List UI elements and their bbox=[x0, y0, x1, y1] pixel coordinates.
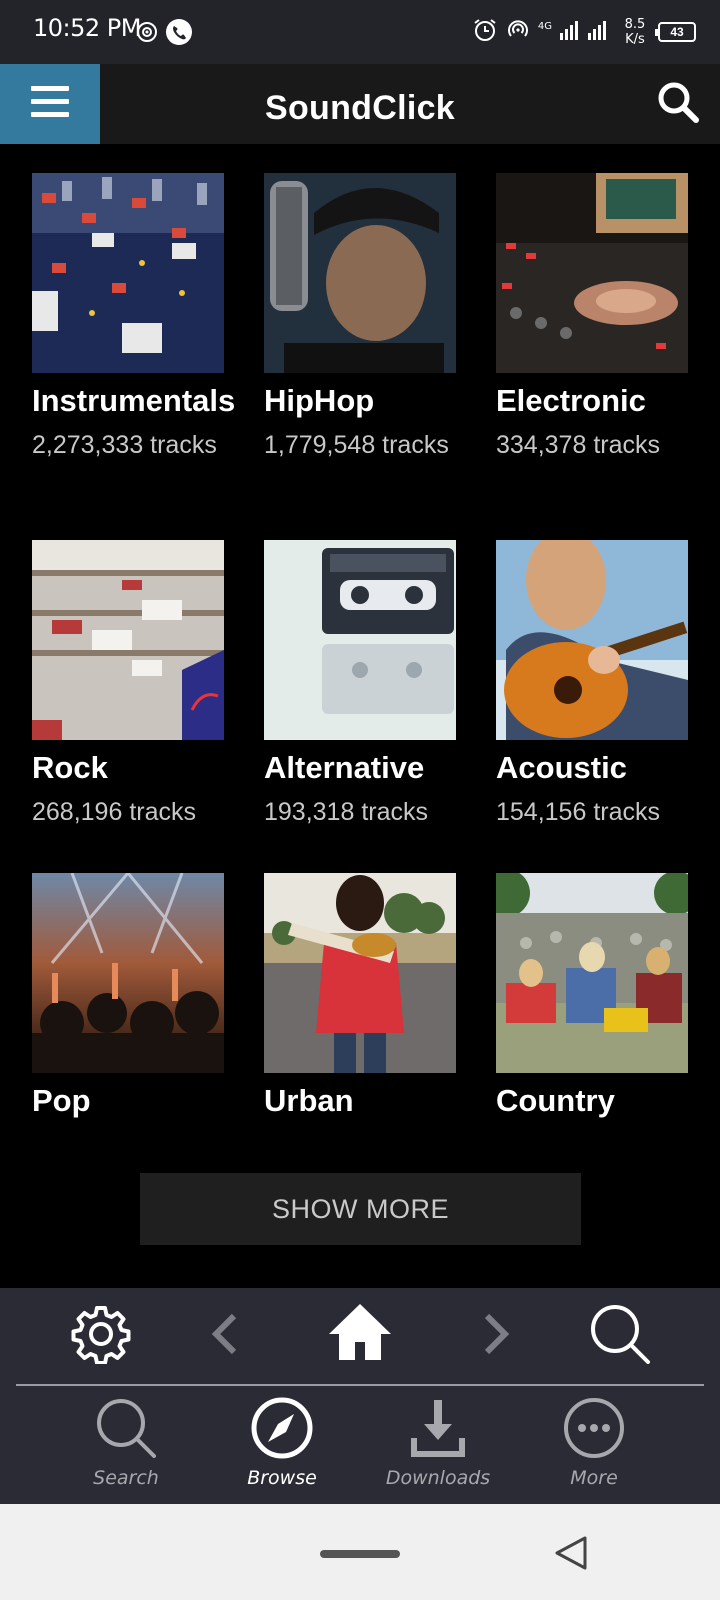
genre-name: Electronic bbox=[496, 383, 646, 418]
genre-name: Acoustic bbox=[496, 750, 627, 785]
genre-name: Rock bbox=[32, 750, 108, 785]
network-speed: 8.5 K/s bbox=[624, 17, 646, 47]
back-button[interactable] bbox=[185, 1296, 265, 1376]
genre-track-count: 154,156 tracks bbox=[496, 798, 660, 826]
network-type: 4G bbox=[537, 20, 552, 32]
bottom-toolbar: Search Browse Downloads More bbox=[0, 1288, 720, 1504]
home-button[interactable] bbox=[320, 1294, 400, 1374]
settings-button[interactable] bbox=[61, 1296, 141, 1376]
compass-icon bbox=[250, 1396, 314, 1465]
genre-card-hiphop[interactable]: HipHop 1,779,548 tracks bbox=[264, 173, 494, 462]
back-triangle-icon bbox=[553, 1536, 589, 1576]
battery-indicator: 43 bbox=[655, 22, 696, 42]
genre-name: Urban bbox=[264, 1083, 354, 1118]
nav-label: Search bbox=[93, 1467, 159, 1489]
nav-more[interactable]: More bbox=[524, 1396, 664, 1496]
genre-image-acoustic bbox=[496, 540, 688, 740]
genre-image-hiphop bbox=[264, 173, 456, 373]
genre-image-urban bbox=[264, 873, 456, 1073]
gear-icon bbox=[71, 1304, 131, 1369]
genre-name: Instrumentals bbox=[32, 383, 236, 418]
genre-image-rock bbox=[32, 540, 224, 740]
system-back-button[interactable] bbox=[553, 1534, 589, 1577]
download-icon bbox=[406, 1396, 470, 1465]
genre-name: Country bbox=[496, 1083, 615, 1118]
nav-search[interactable]: Search bbox=[56, 1396, 196, 1496]
genre-image-alternative bbox=[264, 540, 456, 740]
genre-card-country[interactable]: Country bbox=[496, 873, 720, 1119]
more-icon bbox=[562, 1396, 626, 1465]
search-button[interactable] bbox=[650, 76, 706, 132]
show-more-button[interactable]: SHOW MORE bbox=[140, 1173, 581, 1245]
system-navigation-bar bbox=[0, 1504, 720, 1600]
hotspot-icon bbox=[135, 20, 159, 49]
status-bar: 10:52 PM 4G 8.5 K/s 43 bbox=[0, 0, 720, 64]
alarm-icon bbox=[472, 17, 498, 48]
genre-card-rock[interactable]: Rock 268,196 tracks bbox=[32, 540, 262, 829]
genre-card-alternative[interactable]: Alternative 193,318 tracks bbox=[264, 540, 494, 829]
toolbar-divider bbox=[16, 1384, 704, 1386]
signal-icon bbox=[560, 19, 612, 46]
wifi-hotspot-icon bbox=[506, 18, 530, 47]
genre-card-electronic[interactable]: Electronic 334,378 tracks bbox=[496, 173, 720, 462]
genre-card-acoustic[interactable]: Acoustic 154,156 tracks bbox=[496, 540, 720, 829]
search-icon bbox=[588, 1302, 652, 1371]
nav-browse[interactable]: Browse bbox=[212, 1396, 352, 1496]
app-title: SoundClick bbox=[264, 89, 456, 127]
genre-track-count: 193,318 tracks bbox=[264, 798, 428, 826]
genre-track-count: 334,378 tracks bbox=[496, 431, 660, 459]
chevron-left-icon bbox=[210, 1312, 240, 1361]
genre-track-count: 2,273,333 tracks bbox=[32, 431, 217, 459]
status-time: 10:52 PM bbox=[33, 14, 141, 42]
genre-image-electronic bbox=[496, 173, 688, 373]
genre-name: HipHop bbox=[264, 383, 375, 418]
toolbar-search-button[interactable] bbox=[580, 1296, 660, 1376]
genre-card-urban[interactable]: Urban bbox=[264, 873, 494, 1119]
forward-button[interactable] bbox=[456, 1296, 536, 1376]
genre-card-instrumentals[interactable]: Instrumentals 2,273,333 tracks bbox=[32, 173, 262, 462]
hamburger-icon bbox=[31, 85, 69, 123]
genre-track-count: 1,779,548 tracks bbox=[264, 431, 449, 459]
search-icon bbox=[94, 1396, 158, 1465]
genre-image-country bbox=[496, 873, 688, 1073]
genre-name: Alternative bbox=[264, 750, 425, 785]
home-gesture-pill[interactable] bbox=[320, 1550, 400, 1558]
app-bar: SoundClick bbox=[0, 64, 720, 144]
menu-button[interactable] bbox=[0, 64, 100, 144]
genre-image-pop bbox=[32, 873, 224, 1073]
genre-image-instrumentals bbox=[32, 173, 224, 373]
phone-call-icon bbox=[165, 18, 193, 51]
nav-label: More bbox=[570, 1467, 618, 1489]
chevron-right-icon bbox=[481, 1312, 511, 1361]
genre-card-pop[interactable]: Pop bbox=[32, 873, 262, 1119]
nav-label: Downloads bbox=[385, 1467, 491, 1489]
search-icon bbox=[656, 80, 700, 129]
nav-downloads[interactable]: Downloads bbox=[368, 1396, 508, 1496]
genre-track-count: 268,196 tracks bbox=[32, 798, 196, 826]
nav-label: Browse bbox=[247, 1467, 317, 1489]
home-icon bbox=[327, 1302, 393, 1367]
genre-name: Pop bbox=[32, 1083, 91, 1118]
